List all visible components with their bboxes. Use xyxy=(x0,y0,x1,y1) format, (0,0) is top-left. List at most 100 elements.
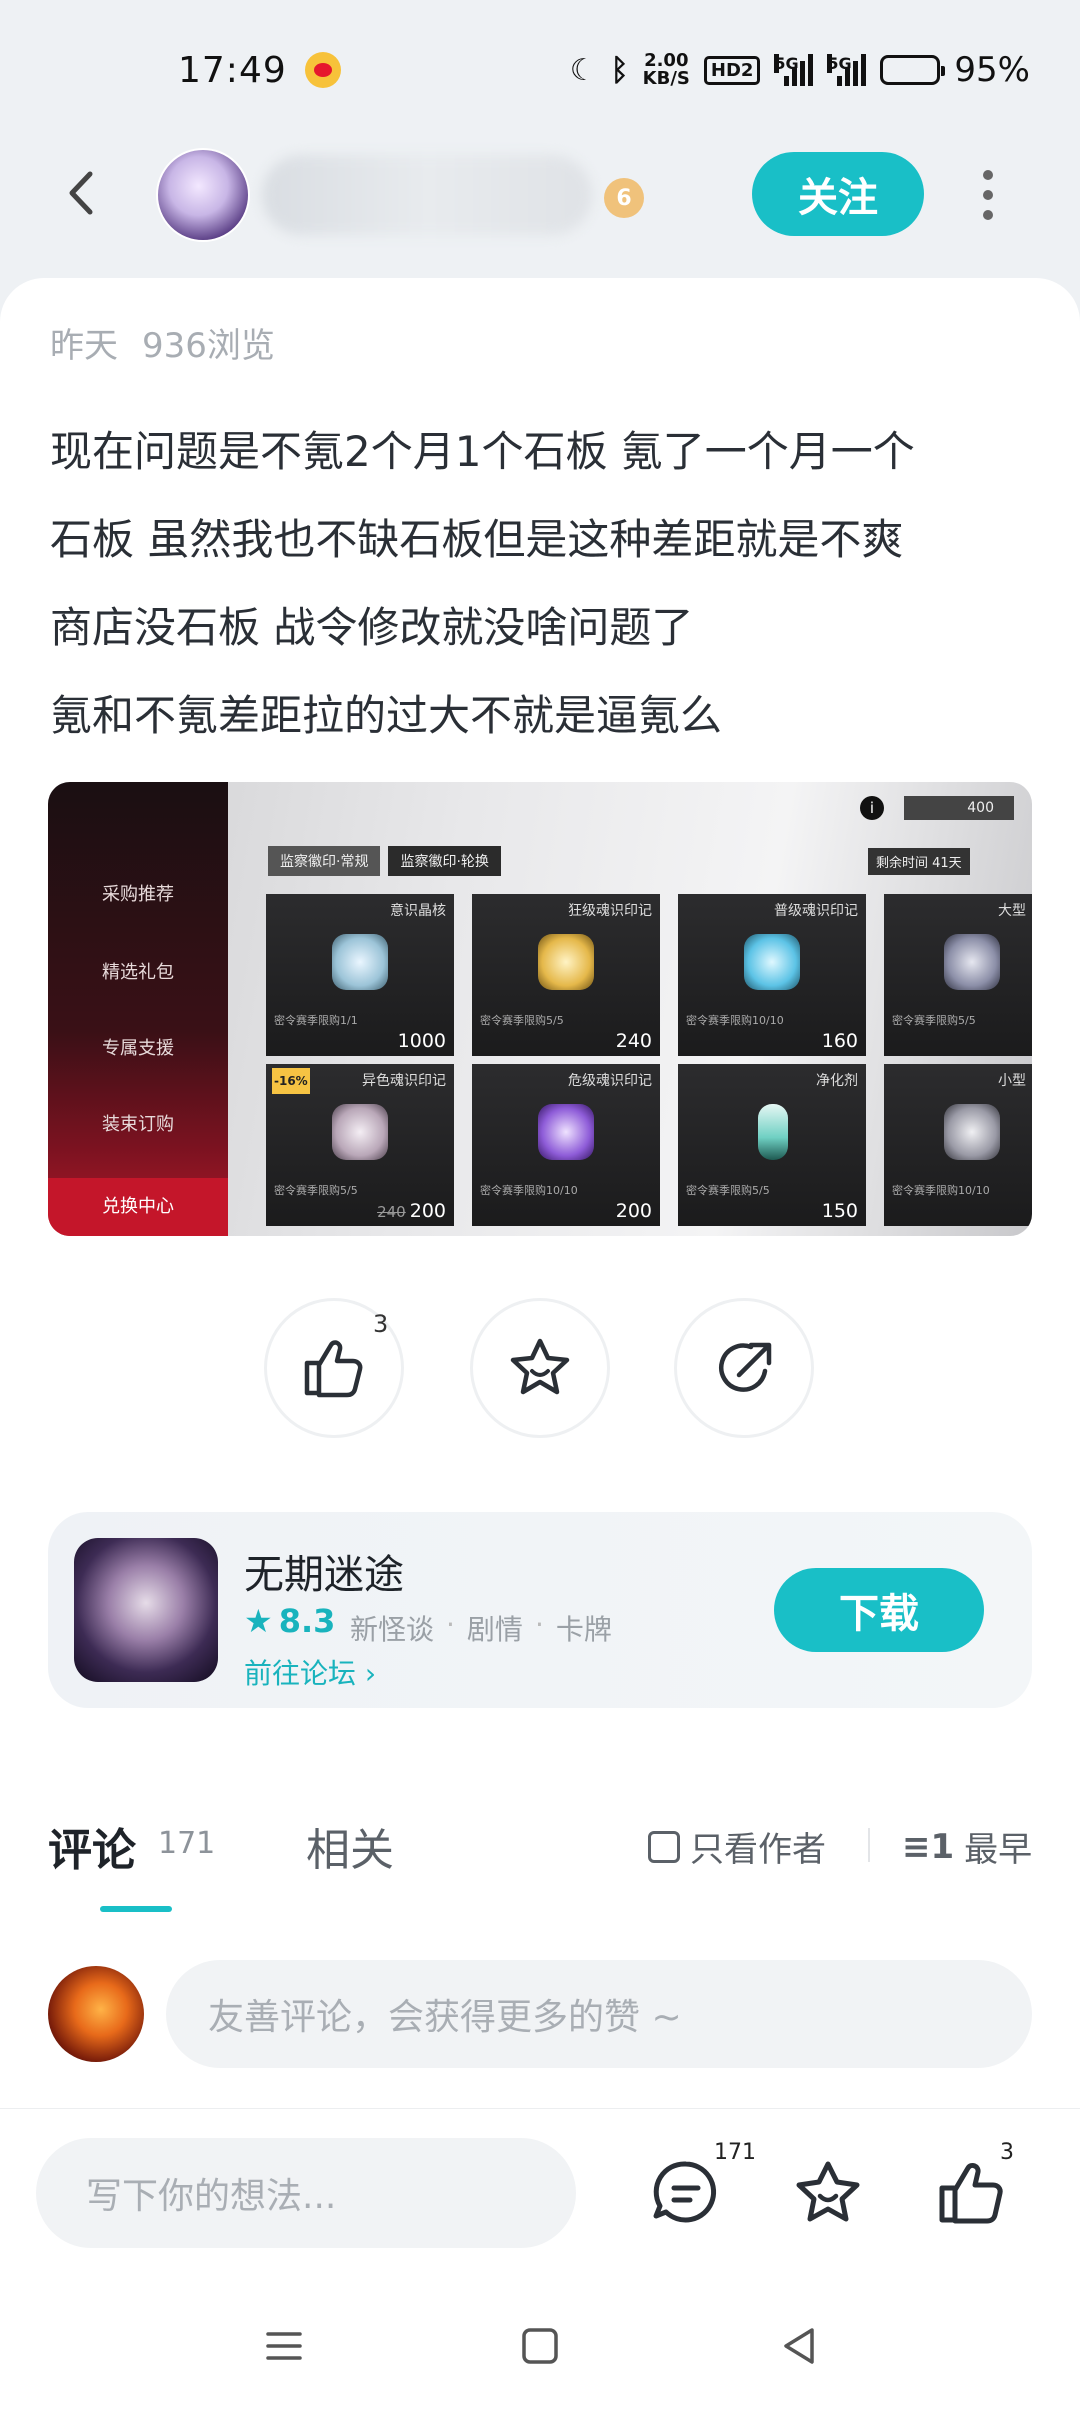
shop-item: 普级魂识印记 密令赛季限购10/10 160 xyxy=(678,894,866,1056)
user-avatar xyxy=(48,1966,144,2062)
more-icon[interactable] xyxy=(976,170,1000,220)
forum-link[interactable]: 前往论坛 › xyxy=(244,1652,376,1692)
post-image[interactable]: 采购推荐 精选礼包 专属支援 装束订购 兑换中心 i 400 监察徽印·常规 监… xyxy=(48,782,1032,1236)
menu-nav-icon[interactable] xyxy=(254,2316,314,2376)
bluetooth-icon: ᛒ xyxy=(610,52,629,88)
tab-comments-count: 171 xyxy=(158,1826,216,1861)
shop-item-limit: 密令赛季限购10/10 xyxy=(686,1014,784,1027)
image-info-icon: i xyxy=(860,796,884,820)
back-nav-icon[interactable] xyxy=(770,2316,830,2376)
item-gem-icon xyxy=(744,934,800,990)
shop-item-name: 小型 xyxy=(998,1073,1026,1089)
favorite-button[interactable] xyxy=(470,1298,610,1438)
tab-active-indicator xyxy=(100,1906,172,1912)
image-sidebar-item: 专属支援 xyxy=(102,1038,174,1059)
reply-input[interactable]: 写下你的想法... xyxy=(36,2138,576,2248)
image-tabs: 监察徽印·常规 监察徽印·轮换 xyxy=(268,846,501,876)
image-timer: 剩余时间 41天 xyxy=(868,848,970,875)
shop-item-price: 150 xyxy=(821,1200,858,1222)
shop-item: 大型 密令赛季限购5/5 xyxy=(884,894,1032,1056)
shop-item-limit: 密令赛季限购10/10 xyxy=(892,1184,990,1197)
forum-link-label[interactable]: 前往论坛 xyxy=(244,1657,356,1690)
level-badge: 6 xyxy=(604,178,644,218)
status-icons: ☾ ᛒ 2.00 KB/S HD2 5G 5G 95% xyxy=(570,50,1030,90)
shop-item-limit: 密令赛季限购1/1 xyxy=(274,1014,358,1027)
signal-icon-2: 5G xyxy=(827,54,867,86)
shop-item-name: 异色魂识印记 xyxy=(362,1073,446,1089)
follow-button[interactable]: 关注 xyxy=(752,152,924,236)
checkbox-icon[interactable] xyxy=(648,1830,680,1863)
item-gem-icon xyxy=(332,1104,388,1160)
post-date: 昨天 xyxy=(50,326,118,366)
share-button[interactable] xyxy=(674,1298,814,1438)
game-tag: 卡牌 xyxy=(555,1613,612,1646)
shop-item-limit: 密令赛季限购5/5 xyxy=(686,1184,770,1197)
shop-item-limit: 密令赛季限购5/5 xyxy=(274,1184,358,1197)
shop-item: 狂级魂识印记 密令赛季限购5/5 240 xyxy=(472,894,660,1056)
status-time: 17:49 xyxy=(178,49,287,91)
image-coins: 400 xyxy=(904,796,1014,820)
image-tab-active: 监察徽印·轮换 xyxy=(388,846,501,876)
comment-input[interactable]: 友善评论，会获得更多的赞 ~ xyxy=(166,1960,1032,2068)
star-icon[interactable] xyxy=(790,2156,866,2232)
tab-related[interactable]: 相关 xyxy=(306,1814,394,1878)
author-avatar[interactable] xyxy=(156,148,250,242)
shop-item: 意识晶核 密令赛季限购1/1 1000 xyxy=(266,894,454,1056)
back-icon[interactable] xyxy=(58,168,108,218)
download-button[interactable]: 下载 xyxy=(774,1568,984,1652)
item-gem-icon xyxy=(538,934,594,990)
shop-item-price: 1000 xyxy=(397,1030,446,1052)
game-tag: 新怪谈 xyxy=(350,1613,435,1646)
moon-icon: ☾ xyxy=(569,52,597,88)
author-name-blurred[interactable] xyxy=(262,155,592,235)
image-sidebar-item: 精选礼包 xyxy=(102,962,174,983)
shop-item-limit: 密令赛季限购10/10 xyxy=(480,1184,578,1197)
post-line: 现在问题是不氪2个月1个石板 氪了一个月一个 xyxy=(50,427,915,476)
shop-item-name: 危级魂识印记 xyxy=(568,1073,652,1089)
weibo-icon xyxy=(304,52,341,88)
shop-item-name: 大型 xyxy=(998,903,1026,919)
shop-item-name: 净化剂 xyxy=(816,1073,858,1089)
item-vial-icon xyxy=(758,1104,788,1160)
comment-count: 171 xyxy=(714,2140,756,2165)
game-rating: ★ 8.3 xyxy=(244,1602,335,1640)
game-title[interactable]: 无期迷途 xyxy=(244,1542,404,1600)
comment-icon[interactable] xyxy=(648,2156,724,2232)
status-bar: 17:49 ☾ ᛒ 2.00 KB/S HD2 5G 5G 95% xyxy=(0,0,1080,140)
shop-item-name: 普级魂识印记 xyxy=(774,903,858,919)
shop-item-price: 160 xyxy=(821,1030,858,1052)
author-only-toggle[interactable]: 只看作者 xyxy=(648,1822,826,1871)
post-line: 氪和不氪差距拉的过大不就是逼氪么 xyxy=(50,691,723,740)
sort-icon: ≡1 xyxy=(902,1826,955,1867)
tab-comments[interactable]: 评论 xyxy=(48,1814,136,1878)
post-body: 现在问题是不氪2个月1个石板 氪了一个月一个 石板 虽然我也不缺石板但是这种差距… xyxy=(50,408,1040,760)
shop-item-name: 意识晶核 xyxy=(390,903,446,919)
game-icon[interactable] xyxy=(74,1538,218,1682)
shop-item-limit: 密令赛季限购5/5 xyxy=(480,1014,564,1027)
item-gem-icon xyxy=(944,1104,1000,1160)
hd-badge: HD2 xyxy=(703,55,761,85)
shop-item: -16% 异色魂识印记 密令赛季限购5/5 240 200 xyxy=(266,1064,454,1226)
like-count: 3 xyxy=(373,1310,389,1338)
post-line: 商店没石板 战令修改就没啥问题了 xyxy=(50,603,694,652)
image-sidebar-item: 采购推荐 xyxy=(102,884,174,905)
image-tab: 监察徽印·常规 xyxy=(268,846,381,876)
home-nav-icon[interactable] xyxy=(510,2316,570,2376)
share-icon xyxy=(719,1342,772,1392)
signal-icon-1: 5G xyxy=(774,54,814,86)
game-card[interactable]: 无期迷途 ★ 8.3 新怪谈 · 剧情 · 卡牌 前往论坛 › 下载 xyxy=(48,1512,1032,1708)
divider xyxy=(868,1828,870,1862)
shop-item: 危级魂识印记 密令赛季限购10/10 200 xyxy=(472,1064,660,1226)
net-speed-unit: KB/S xyxy=(642,68,690,89)
like-count: 3 xyxy=(1000,2140,1014,2165)
item-gem-icon xyxy=(538,1104,594,1160)
signal-tag-1: 5G xyxy=(774,54,799,73)
item-gem-icon xyxy=(944,934,1000,990)
post-line: 石板 虽然我也不缺石板但是这种差距就是不爽 xyxy=(50,515,904,564)
sort-toggle[interactable]: ≡1 最早 xyxy=(902,1822,1032,1871)
net-speed: 2.00 KB/S xyxy=(643,52,690,88)
thumbs-up-icon[interactable] xyxy=(934,2156,1010,2232)
post-meta: 昨天 936浏览 xyxy=(50,318,275,367)
image-sidebar: 采购推荐 精选礼包 专属支援 装束订购 兑换中心 xyxy=(48,782,228,1236)
signal-tag-2: 5G xyxy=(827,54,852,73)
